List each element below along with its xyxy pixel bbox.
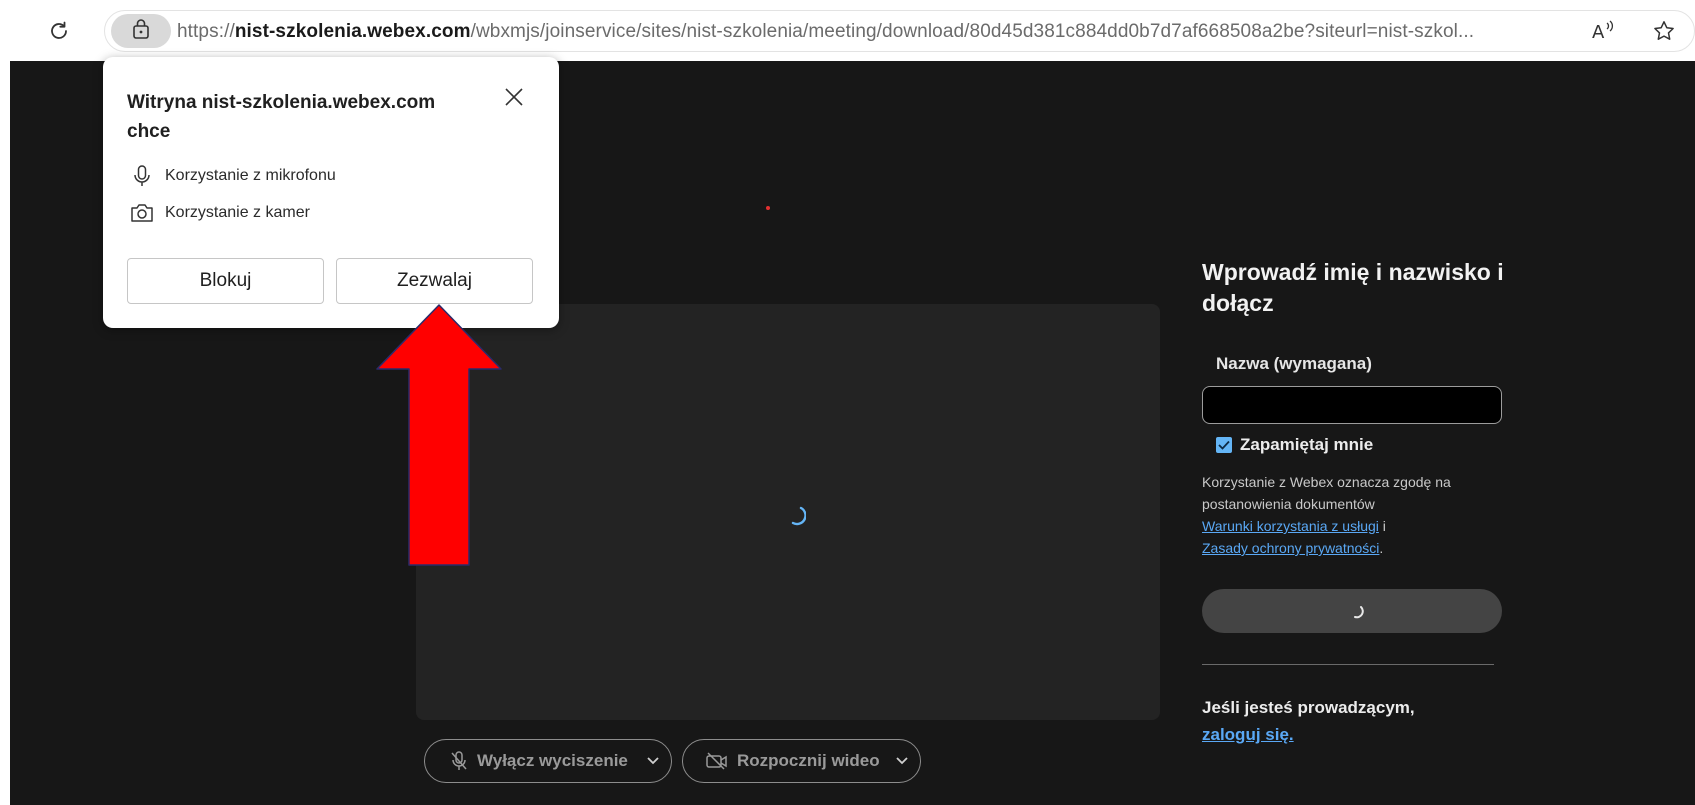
url-path: /wbxmjs/joinservice/sites/nist-szkolenia… <box>470 21 1475 42</box>
popup-title: Witryna nist-szkolenia.webex.com chce <box>127 92 436 142</box>
camera-permission: Korzystanie z kamer <box>129 202 310 224</box>
host-text: Jeśli jesteś prowadzącym, <box>1202 698 1415 717</box>
chevron-down-icon[interactable] <box>647 757 659 765</box>
svg-text:A: A <box>1592 22 1605 43</box>
join-button[interactable] <box>1202 589 1502 633</box>
checkbox-checked-icon[interactable] <box>1216 437 1232 453</box>
camera-icon <box>129 202 155 224</box>
allow-button[interactable]: Zezwalaj <box>336 258 533 304</box>
camera-permission-label: Korzystanie z kamer <box>165 204 310 221</box>
browser-toolbar: https://nist-szkolenia.webex.com/wbxmjs/… <box>0 0 1695 61</box>
microphone-icon <box>129 164 155 188</box>
start-video-label: Rozpocznij wideo <box>737 751 880 770</box>
microphone-muted-icon <box>449 750 469 772</box>
divider <box>1202 664 1494 665</box>
url-domain: nist-szkolenia.webex.com <box>234 21 471 42</box>
name-input[interactable] <box>1202 386 1502 424</box>
block-button[interactable]: Blokuj <box>127 258 324 304</box>
terms-of-service-link[interactable]: Warunki korzystania z usługi <box>1202 518 1379 534</box>
privacy-policy-link[interactable]: Zasady ochrony prywatności <box>1202 540 1379 556</box>
star-icon[interactable] <box>1648 16 1680 46</box>
remember-me-label: Zapamiętaj mnie <box>1240 435 1374 454</box>
remember-me-checkbox[interactable]: Zapamiętaj mnie <box>1216 435 1373 455</box>
red-dot <box>766 206 770 210</box>
site-info-button[interactable] <box>111 14 171 48</box>
name-label: Nazwa (wymagana) <box>1216 354 1372 373</box>
url-prefix: https:// <box>177 21 235 42</box>
address-bar[interactable]: https://nist-szkolenia.webex.com/wbxmjs/… <box>104 10 1695 52</box>
close-icon[interactable] <box>496 79 532 115</box>
loading-spinner-icon <box>788 505 807 532</box>
loading-spinner-icon <box>1352 605 1364 624</box>
unmute-label: Wyłącz wyciszenie <box>477 751 628 770</box>
join-title: Wprowadź imię i nazwisko i dołącz <box>1202 259 1504 316</box>
terms-end: . <box>1379 540 1384 556</box>
lock-icon <box>131 18 151 45</box>
video-off-icon <box>705 751 729 771</box>
microphone-permission: Korzystanie z mikrofonu <box>129 164 336 188</box>
permission-popup: Witryna nist-szkolenia.webex.com chce Ko… <box>103 57 559 328</box>
terms-and: i <box>1382 518 1386 534</box>
unmute-button[interactable]: Wyłącz wyciszenie <box>424 739 672 783</box>
url-text[interactable]: https://nist-szkolenia.webex.com/wbxmjs/… <box>177 21 1572 43</box>
chevron-down-icon[interactable] <box>896 757 908 765</box>
microphone-permission-label: Korzystanie z mikrofonu <box>165 167 336 184</box>
terms-intro: Korzystanie z Webex oznacza zgodę na pos… <box>1202 474 1451 512</box>
red-arrow-annotation <box>374 303 504 573</box>
start-video-button[interactable]: Rozpocznij wideo <box>682 739 921 783</box>
read-aloud-icon[interactable]: A <box>1588 16 1620 46</box>
reload-icon[interactable] <box>44 16 74 46</box>
sign-in-link[interactable]: zaloguj się. <box>1202 725 1294 745</box>
terms-text: Korzystanie z Webex oznacza zgodę na pos… <box>1202 471 1502 559</box>
